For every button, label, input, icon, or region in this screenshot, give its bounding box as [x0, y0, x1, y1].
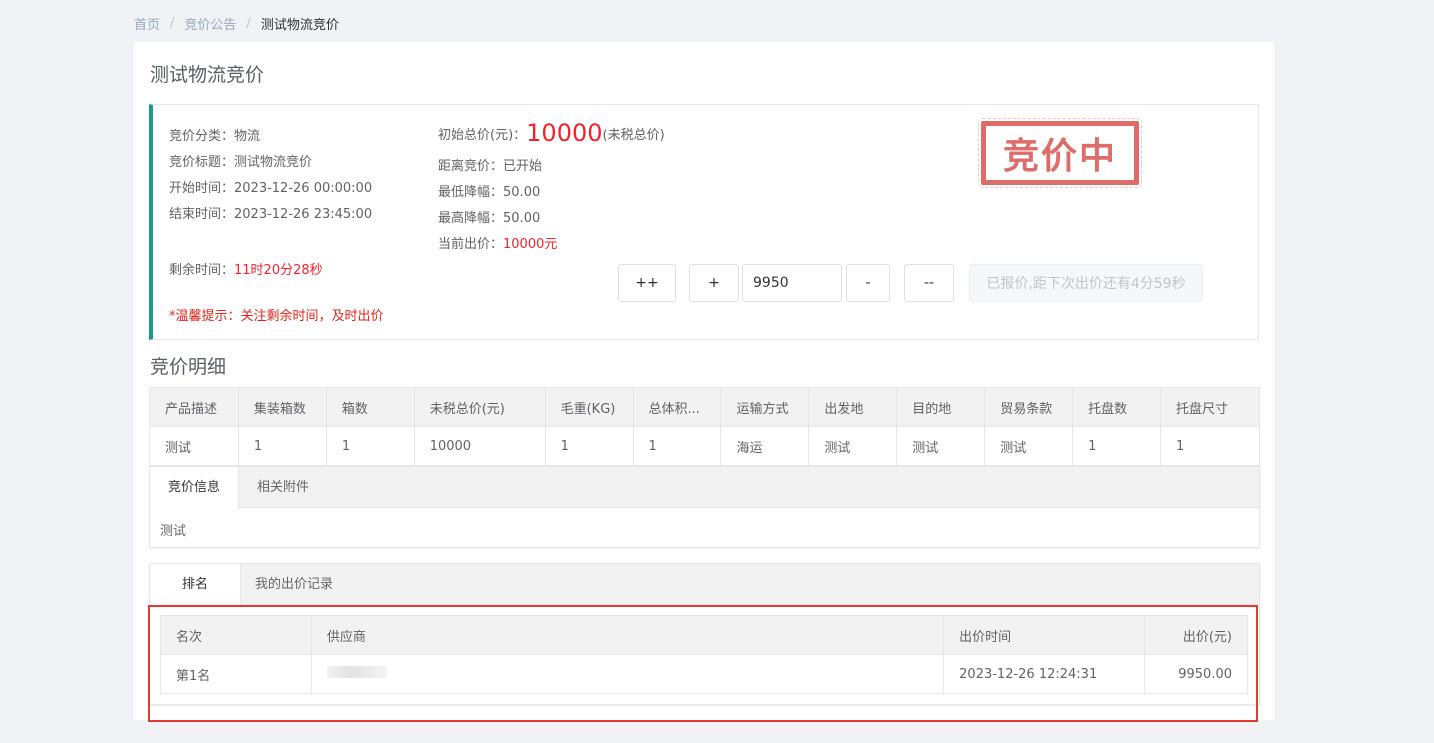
breadcrumb-separator: /	[170, 16, 175, 31]
table-cell: 1	[1072, 426, 1162, 466]
table-cell: 1	[325, 426, 415, 466]
table-cell: 1	[237, 426, 327, 466]
end-time-row: 结束时间：2023-12-26 23:45:00	[169, 203, 372, 222]
bid-info-panel: 竞价分类：物流 竞价标题：测试物流竞价 开始时间：2023-12-26 00:0…	[149, 104, 1259, 340]
table-cell: 测试	[149, 426, 239, 466]
column-header: 出价(元)	[1144, 615, 1248, 655]
column-header: 运输方式	[720, 387, 810, 427]
remaining-time-label: 剩余时间：	[169, 263, 235, 278]
category-value: 物流	[234, 129, 261, 144]
distance-row: 距离竞价：已开始	[438, 155, 542, 174]
column-header: 产品描述	[149, 387, 239, 427]
table-cell: 1	[1160, 426, 1260, 466]
minus-button[interactable]: -	[846, 264, 890, 302]
table-cell: 测试	[808, 426, 898, 466]
initial-price-label: 初始总价(元)：	[438, 128, 527, 143]
table-row: 第1名 2023-12-26 12:24:31 9950.00	[160, 654, 1248, 694]
table-cell: 1	[632, 426, 722, 466]
column-header: 箱数	[325, 387, 415, 427]
plus-button[interactable]: +	[689, 264, 739, 302]
title-value: 测试物流竞价	[234, 155, 313, 170]
main-card: 测试物流竞价 竞价分类：物流 竞价标题：测试物流竞价 开始时间：2023-12-…	[134, 42, 1274, 720]
bid-price-cell: 9950.00	[1144, 654, 1248, 694]
start-time-label: 开始时间：	[169, 181, 235, 196]
table-cell: 10000	[413, 426, 546, 466]
column-header: 托盘数	[1072, 387, 1162, 427]
tab-ranking[interactable]: 排名	[150, 564, 242, 606]
info-tab-bar: 竞价信息 相关附件	[150, 467, 1259, 509]
start-time-value: 2023-12-26 00:00:00	[234, 181, 373, 196]
initial-price-value: 10000	[526, 119, 603, 147]
ranking-table: 名次 供应商 出价时间 出价(元) 第1名 2023-12-26 12:24:3…	[160, 615, 1248, 694]
tab-my-bid-records[interactable]: 我的出价记录	[241, 564, 347, 605]
table-cell: 测试	[896, 426, 986, 466]
column-header: 目的地	[896, 387, 986, 427]
current-bid-row: 当前出价：10000元	[438, 233, 557, 252]
end-time-label: 结束时间：	[169, 207, 235, 222]
min-drop-row: 最低降幅：50.00	[438, 181, 540, 200]
initial-price-row: 初始总价(元)：10000(未税总价)	[438, 119, 665, 147]
info-tabs-panel: 竞价信息 相关附件 测试	[149, 466, 1260, 548]
table-cell: 1	[544, 426, 634, 466]
breadcrumb: 首页 / 竞价公告 / 测试物流竞价	[134, 14, 339, 33]
column-header: 名次	[160, 615, 312, 655]
remaining-time-value: 11时20分28秒	[234, 263, 323, 278]
table-row: 测试 1 1 10000 1 1 海运 测试 测试 测试 1 1	[149, 426, 1260, 466]
blurred-supplier-name	[326, 666, 387, 678]
submit-bid-button[interactable]: 已报价,距下次出价还有4分59秒	[969, 264, 1203, 302]
column-header: 托盘尺寸	[1160, 387, 1260, 427]
detail-table: 产品描述 集装箱数 箱数 未税总价(元) 毛重(KG) 总体积... 运输方式 …	[149, 387, 1260, 466]
breadcrumb-home[interactable]: 首页	[134, 14, 160, 33]
max-drop-row: 最高降幅：50.00	[438, 207, 540, 226]
start-time-row: 开始时间：2023-12-26 00:00:00	[169, 177, 372, 196]
title-label: 竞价标题：	[169, 155, 235, 170]
category-label: 竞价分类：	[169, 129, 235, 144]
tab-bid-info[interactable]: 竞价信息	[150, 467, 240, 509]
distance-value: 已开始	[503, 159, 543, 174]
column-header: 出价时间	[943, 615, 1145, 655]
column-header: 总体积...	[632, 387, 722, 427]
breadcrumb-list[interactable]: 竞价公告	[184, 14, 236, 33]
initial-price-note: (未税总价)	[602, 128, 665, 143]
breadcrumb-separator: /	[246, 16, 251, 31]
rank-cell: 第1名	[160, 654, 312, 694]
max-drop-value: 50.00	[503, 211, 541, 226]
detail-table-header-row: 产品描述 集装箱数 箱数 未税总价(元) 毛重(KG) 总体积... 运输方式 …	[149, 387, 1260, 427]
max-drop-label: 最高降幅：	[438, 211, 504, 226]
warm-tip: *温馨提示：关注剩余时间，及时出价	[169, 309, 384, 324]
bid-price-input[interactable]: 9950	[742, 264, 842, 302]
min-drop-value: 50.00	[503, 185, 541, 200]
detail-section-title: 竞价明细	[150, 356, 227, 378]
column-header: 贸易条款	[984, 387, 1074, 427]
rank-tab-bar: 排名 我的出价记录	[150, 564, 1259, 606]
double-minus-button[interactable]: --	[904, 264, 954, 302]
column-header: 出发地	[808, 387, 898, 427]
category-row: 竞价分类：物流	[169, 125, 260, 144]
current-bid-label: 当前出价：	[438, 237, 504, 252]
tab-attachments[interactable]: 相关附件	[239, 467, 327, 508]
supplier-cell	[310, 654, 945, 694]
double-plus-button[interactable]: ++	[618, 264, 676, 302]
column-header: 未税总价(元)	[413, 387, 546, 427]
end-time-value: 2023-12-26 23:45:00	[234, 207, 373, 222]
min-drop-label: 最低降幅：	[438, 185, 504, 200]
distance-label: 距离竞价：	[438, 159, 504, 174]
column-header: 集装箱数	[237, 387, 327, 427]
table-cell: 海运	[720, 426, 810, 466]
column-header: 毛重(KG)	[544, 387, 634, 427]
title-row: 竞价标题：测试物流竞价	[169, 151, 312, 170]
rank-tabs-panel: 排名 我的出价记录 名次 供应商 出价时间 出价(元) 第1名 2023-12-…	[149, 563, 1260, 705]
page-title: 测试物流竞价	[150, 64, 265, 86]
table-cell: 测试	[984, 426, 1074, 466]
column-header: 供应商	[310, 615, 945, 655]
current-bid-value: 10000元	[503, 237, 558, 252]
bid-time-cell: 2023-12-26 12:24:31	[943, 654, 1145, 694]
bidding-stamp: 竞价中	[978, 118, 1142, 188]
info-tab-content: 测试	[160, 524, 187, 539]
ranking-header-row: 名次 供应商 出价时间 出价(元)	[160, 615, 1248, 655]
breadcrumb-current: 测试物流竞价	[260, 18, 339, 33]
remaining-time-row: 剩余时间：11时20分28秒	[169, 259, 323, 278]
